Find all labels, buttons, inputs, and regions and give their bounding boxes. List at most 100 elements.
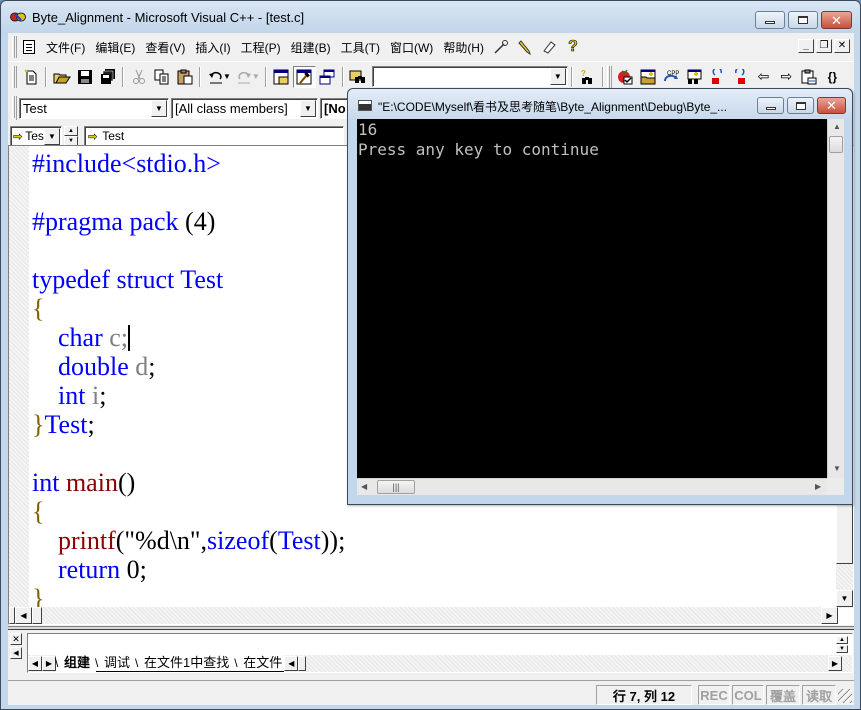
scroll-down-button[interactable]: ▼: [836, 590, 853, 607]
arrow-down-icon[interactable]: ▼: [833, 464, 841, 473]
members-combo-value[interactable]: [All class members]: [172, 101, 288, 116]
menu-tools[interactable]: 工具(T): [336, 39, 385, 56]
wizard-wand-icon[interactable]: [492, 38, 510, 56]
scope-combo[interactable]: ➡ Test ▼: [10, 125, 62, 147]
toolbar-grip[interactable]: [12, 36, 17, 58]
output-text-area[interactable]: ▲ ▼ ◀ ▶ 组建 调试 在文件1中查找 在文件 ◀ ▶: [27, 633, 853, 673]
back-button[interactable]: ⇦: [752, 66, 775, 88]
code-line[interactable]: #pragma pack (4): [32, 207, 345, 236]
eraser-icon[interactable]: [540, 38, 558, 56]
console-vertical-scrollbar[interactable]: ▲ ▼: [827, 119, 844, 478]
console-title-bar[interactable]: "E:\CODE\Myself\看书及思考随笔\Byte_Alignment\D…: [348, 89, 852, 119]
code-line[interactable]: printf("%d\n",sizeof(Test));: [32, 526, 345, 555]
open-button[interactable]: [50, 66, 73, 88]
code-line[interactable]: {: [32, 497, 345, 526]
toolbar-grip[interactable]: [12, 65, 17, 88]
title-bar[interactable]: Byte_Alignment - Microsoft Visual C++ - …: [1, 1, 860, 33]
tab-scroll-left-button[interactable]: ◀: [28, 656, 42, 671]
arrow-left-icon[interactable]: ◀: [361, 482, 367, 491]
output-scroll-down-button[interactable]: ▼: [836, 645, 848, 653]
console-minimize-button[interactable]: [757, 97, 784, 114]
editor-gutter[interactable]: [9, 146, 29, 608]
scroll-left-button[interactable]: ◀: [15, 607, 32, 624]
toolbar-grip[interactable]: [606, 65, 612, 88]
class-combo-dropdown-button[interactable]: ▼: [151, 99, 167, 117]
new-file-button[interactable]: [19, 66, 42, 88]
filter-combo[interactable]: [No: [320, 97, 350, 119]
code-line[interactable]: #include<stdio.h>: [32, 149, 345, 178]
scroll-right-button[interactable]: ▶: [821, 607, 838, 624]
code-line[interactable]: }Test;: [32, 410, 345, 439]
code-line[interactable]: [32, 236, 345, 265]
tab-scroll-right-button[interactable]: ▶: [42, 656, 56, 671]
redo-dropdown-icon[interactable]: ▼: [252, 72, 260, 81]
mdi-minimize-button[interactable]: _: [798, 39, 814, 53]
window-list-button[interactable]: [316, 66, 339, 88]
filter-combo-value[interactable]: [No: [321, 101, 346, 116]
code-line[interactable]: int i;: [32, 381, 345, 410]
undo-dropdown-icon[interactable]: ▼: [223, 72, 231, 81]
menu-build[interactable]: 组建(B): [286, 39, 336, 56]
code-line[interactable]: double d;: [32, 352, 345, 381]
symbol-field[interactable]: ➡ Test: [84, 125, 344, 147]
tab-debug[interactable]: 调试: [95, 655, 137, 672]
class-combo[interactable]: Test ▼: [19, 97, 169, 119]
arrow-up-icon[interactable]: ▲: [833, 122, 841, 131]
arrow-right-icon[interactable]: ▶: [815, 482, 821, 491]
output-button[interactable]: [292, 65, 316, 88]
output-hscroll-right-button[interactable]: ▶: [828, 656, 842, 671]
console-maximize-button[interactable]: [787, 97, 814, 114]
output-close-button[interactable]: ✕: [10, 633, 22, 645]
code-line[interactable]: {: [32, 294, 345, 323]
tab-build[interactable]: 组建: [55, 655, 97, 672]
braces-button[interactable]: {}: [821, 66, 844, 88]
code-line[interactable]: int main(): [32, 468, 345, 497]
tab-find-in-files-2[interactable]: 在文件: [234, 655, 285, 672]
forward-button[interactable]: ⇨: [775, 66, 798, 88]
pencil-icon[interactable]: [516, 38, 534, 56]
symbol-field-value[interactable]: Test: [97, 129, 124, 143]
compile-button[interactable]: [614, 66, 637, 88]
scope-combo-value[interactable]: Test: [22, 129, 44, 143]
menu-window[interactable]: 窗口(W): [385, 39, 438, 56]
mdi-restore-button[interactable]: ❐: [816, 39, 832, 53]
code-line[interactable]: [32, 178, 345, 207]
console-hscroll-thumb[interactable]: |||: [377, 480, 415, 494]
members-combo-dropdown-button[interactable]: ▼: [300, 99, 316, 117]
console-size-grip[interactable]: [827, 478, 844, 495]
code-line[interactable]: return 0;: [32, 555, 345, 584]
minimize-button[interactable]: [755, 11, 785, 29]
menu-edit[interactable]: 编辑(E): [90, 39, 140, 56]
save-all-button[interactable]: [96, 66, 119, 88]
members-combo[interactable]: [All class members] ▼: [171, 97, 318, 119]
size-grip[interactable]: [838, 689, 852, 703]
spin-up-button[interactable]: ▲: [64, 126, 78, 136]
menu-help[interactable]: 帮助(H): [438, 39, 489, 56]
menu-project[interactable]: 工程(P): [236, 39, 286, 56]
code-line[interactable]: char c;: [32, 323, 345, 352]
class-combo-value[interactable]: Test: [20, 101, 47, 116]
bookmark-next-button[interactable]: [729, 66, 752, 88]
code-content[interactable]: #include<stdio.h> #pragma pack (4) typedef…: [32, 149, 345, 613]
tab-find-in-files-1[interactable]: 在文件1中查找: [135, 655, 236, 672]
console-vscroll-thumb[interactable]: [829, 136, 843, 153]
output-scroll-up-button[interactable]: ▲: [836, 636, 848, 644]
paste-special-button[interactable]: [798, 66, 821, 88]
find-in-files-button[interactable]: [347, 66, 370, 88]
scope-combo-dropdown-button[interactable]: ▼: [44, 127, 60, 145]
editor-horizontal-scrollbar[interactable]: ◀ ▶: [9, 607, 838, 624]
build-button[interactable]: [637, 66, 660, 88]
mdi-close-button[interactable]: ✕: [834, 39, 850, 53]
output-hscroll-thumb[interactable]: [298, 656, 307, 671]
find-combo[interactable]: ▼: [371, 66, 568, 87]
menu-file[interactable]: 文件(F): [41, 39, 90, 56]
menu-view[interactable]: 查看(V): [140, 39, 190, 56]
scope-spinner[interactable]: ▲ ▼: [64, 126, 78, 146]
console-screen[interactable]: 16 Press any key to continue: [357, 119, 827, 478]
build-cpp-button[interactable]: CPP: [660, 66, 683, 88]
find-button[interactable]: ?: [576, 66, 599, 88]
close-button[interactable]: ✕: [821, 11, 852, 29]
find-combo-dropdown-button[interactable]: ▼: [549, 68, 566, 85]
cut-button[interactable]: [127, 66, 150, 88]
console-close-button[interactable]: ✕: [817, 97, 846, 114]
